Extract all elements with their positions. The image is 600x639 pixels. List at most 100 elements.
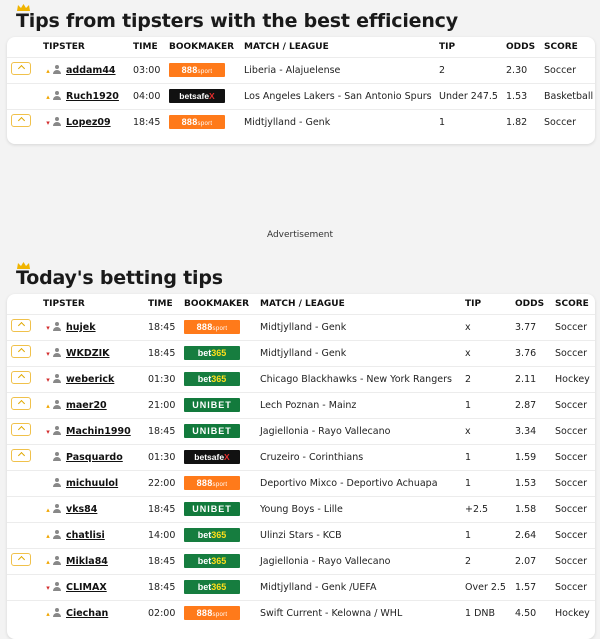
tipster-link[interactable]: WKDZIK <box>66 348 110 359</box>
cell-tip: 1 <box>465 521 515 548</box>
cell-score: Hockey <box>555 365 595 392</box>
cell-match: Los Angeles Lakers - San Antonio Spurs <box>244 82 439 109</box>
cell-tip: 1 <box>465 469 515 496</box>
tipster-link[interactable]: Ruch1920 <box>66 91 119 102</box>
user-icon <box>53 529 61 539</box>
todays-tips-card: TIPSTER TIME BOOKMAKER MATCH / LEAGUE TI… <box>7 294 595 639</box>
expand-tip-button[interactable] <box>11 114 31 128</box>
bookmaker-logo-unibet[interactable]: UNIBET <box>184 398 240 412</box>
cell-time: 18:45 <box>148 313 184 340</box>
trend-down-icon: ▾ <box>46 427 50 436</box>
expand-tip-button[interactable] <box>11 449 31 462</box>
bookmaker-logo-888sport[interactable]: 888sport <box>184 606 240 621</box>
cell-tip: 2 <box>465 365 515 392</box>
user-icon <box>53 399 61 409</box>
cell-odds: 1.53 <box>506 82 544 109</box>
bookmaker-logo-unibet[interactable]: UNIBET <box>184 502 240 516</box>
bookmaker-logo-bet365[interactable]: bet365 <box>184 580 240 594</box>
expand-tip-button[interactable] <box>11 397 31 410</box>
bookmaker-logo-bet365[interactable]: bet365 <box>184 554 240 568</box>
cell-time: 22:00 <box>148 469 184 496</box>
user-icon <box>53 581 61 591</box>
bookmaker-logo-888sport[interactable]: 888sport <box>169 115 225 130</box>
cell-tip: 1 <box>465 391 515 418</box>
col-header-score: SCORE <box>544 41 578 52</box>
col-header-tipster: TIPSTER <box>43 298 85 309</box>
bookmaker-logo-bet365[interactable]: bet365 <box>184 346 240 360</box>
col-header-odds: ODDS <box>515 298 545 309</box>
cell-tip: Under 247.5 <box>439 82 506 109</box>
cell-match: Midtjylland - Genk <box>244 108 439 135</box>
bookmaker-logo-bet365[interactable]: bet365 <box>184 528 240 542</box>
bookmaker-logo-unibet[interactable]: UNIBET <box>184 424 240 438</box>
cell-odds: 1.57 <box>515 573 555 600</box>
col-header-match: MATCH / LEAGUE <box>244 41 329 52</box>
table-row: ▾ weberick 01:30 bet365 Chicago Blackhawks -… <box>7 365 595 392</box>
cell-score: Soccer <box>555 443 595 470</box>
bookmaker-logo-888sport[interactable]: 888sport <box>169 63 225 77</box>
table-header: TIPSTER TIME BOOKMAKER MATCH / LEAGUE TI… <box>7 37 595 57</box>
expand-tip-button[interactable] <box>11 423 31 436</box>
table-row: ▾ Machin1990 18:45 UNIBET Jagiellonia - Rayo… <box>7 417 595 444</box>
tipster-link[interactable]: Machin1990 <box>66 426 131 437</box>
cell-match: Jagiellonia - Rayo Vallecano <box>260 547 465 574</box>
tipster-link[interactable]: maer20 <box>66 400 107 411</box>
tipster-link[interactable]: chatlisi <box>66 530 105 541</box>
expand-tip-button[interactable] <box>11 319 31 332</box>
cell-tip: 1 <box>465 443 515 470</box>
expand-tip-button[interactable] <box>11 371 31 384</box>
cell-score: Soccer <box>555 391 595 418</box>
col-header-tip: TIP <box>465 298 482 309</box>
tipster-link[interactable]: addam44 <box>66 65 116 76</box>
cell-time: 02:00 <box>148 599 184 626</box>
trend-down-icon: ▾ <box>46 118 50 127</box>
tipster-link[interactable]: vks84 <box>66 504 97 515</box>
best-efficiency-card: TIPSTER TIME BOOKMAKER MATCH / LEAGUE TI… <box>7 37 595 144</box>
cell-score: Soccer <box>555 547 595 574</box>
bookmaker-logo-888sport[interactable]: 888sport <box>184 476 240 490</box>
col-header-time: TIME <box>148 298 173 309</box>
table-row: ▴ Ciechan 02:00 888sport Swift Current - Kel… <box>7 599 595 626</box>
trend-up-icon: ▴ <box>46 505 50 514</box>
cell-time: 03:00 <box>133 56 169 83</box>
cell-odds: 2.87 <box>515 391 555 418</box>
bookmaker-logo-888sport[interactable]: 888sport <box>184 320 240 334</box>
trend-down-icon: ▾ <box>46 323 50 332</box>
advertisement-label: Advertisement <box>266 230 334 240</box>
tipster-link[interactable]: hujek <box>66 322 96 333</box>
expand-tip-button[interactable] <box>11 345 31 358</box>
table-row: ▾ Lopez09 18:45 888sport Midtjylland - Genk 1… <box>7 108 595 135</box>
tipster-link[interactable]: michuulol <box>66 478 118 489</box>
tipster-link[interactable]: Ciechan <box>66 608 108 619</box>
trend-up-icon: ▴ <box>46 609 50 618</box>
table-row: ▴ Ruch1920 04:00 betsafeX Los Angeles Lakers… <box>7 82 595 109</box>
cell-odds: 2.64 <box>515 521 555 548</box>
cell-score: Soccer <box>555 521 595 548</box>
cell-tip: x <box>465 313 515 340</box>
tipster-link[interactable]: CLIMAX <box>66 582 107 593</box>
cell-match: Midtjylland - Genk <box>260 313 465 340</box>
tipster-link[interactable]: Lopez09 <box>66 117 111 128</box>
user-icon <box>53 477 61 487</box>
col-header-tipster: TIPSTER <box>43 41 85 52</box>
user-icon <box>53 64 61 74</box>
bookmaker-logo-bet365[interactable]: bet365 <box>184 372 240 386</box>
user-icon <box>53 116 61 126</box>
expand-tip-button[interactable] <box>11 553 31 566</box>
cell-odds: 1.82 <box>506 108 544 135</box>
cell-tip: 1 DNB <box>465 599 515 626</box>
section-title-best-efficiency: Tips from tipsters with the best efficie… <box>16 10 458 32</box>
cell-time: 18:45 <box>148 547 184 574</box>
user-icon <box>53 321 61 331</box>
cell-time: 14:00 <box>148 521 184 548</box>
bookmaker-logo-betsafe[interactable]: betsafeX <box>184 450 240 464</box>
user-icon <box>53 90 61 100</box>
cell-match: Midtjylland - Genk <box>260 339 465 366</box>
user-icon <box>53 347 61 357</box>
tipster-link[interactable]: Pasquardo <box>66 452 123 463</box>
tipster-link[interactable]: Mikla84 <box>66 556 108 567</box>
tipster-link[interactable]: weberick <box>66 374 114 385</box>
col-header-match: MATCH / LEAGUE <box>260 298 345 309</box>
bookmaker-logo-betsafe[interactable]: betsafeX <box>169 89 225 103</box>
expand-tip-button[interactable] <box>11 62 31 75</box>
